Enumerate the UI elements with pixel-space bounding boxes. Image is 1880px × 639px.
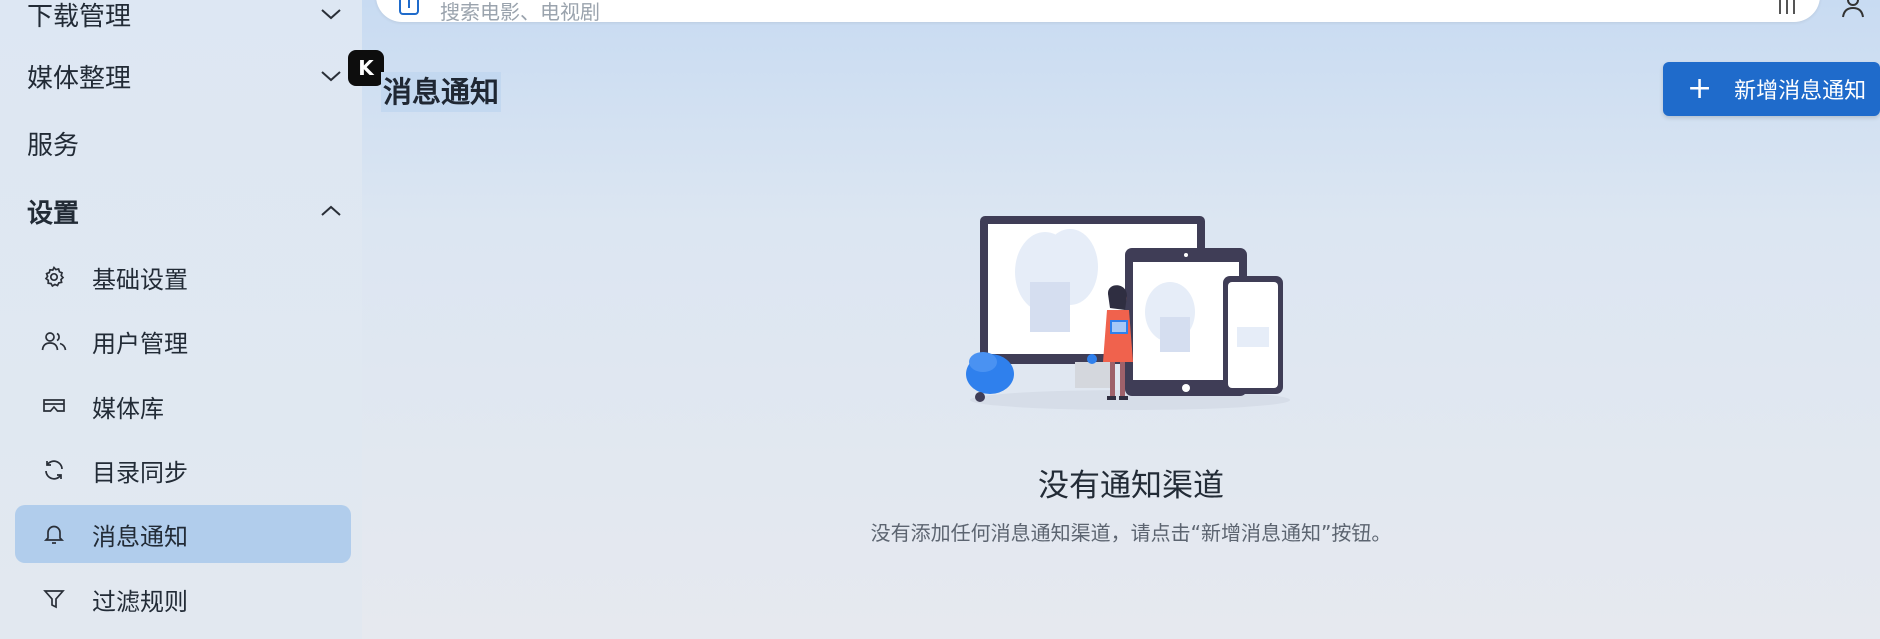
sidebar-item-media-organize[interactable]: 媒体整理: [0, 46, 362, 106]
chevron-up-icon: [316, 196, 346, 226]
filter-icon: [40, 585, 68, 613]
empty-state-title: 没有通知渠道: [1038, 468, 1224, 504]
sidebar-item-label: 用户管理: [92, 329, 188, 358]
sidebar-item-services[interactable]: 服务: [0, 113, 362, 173]
app-badge-label: K: [358, 56, 374, 80]
sidebar-item-label: 下载管理: [27, 1, 132, 32]
chevron-down-icon: [316, 61, 346, 91]
sidebar-item-label: 基础设置: [92, 265, 188, 294]
search-bar[interactable]: 搜索电影、电视剧: [376, 0, 1820, 25]
sidebar-item-label: 服务: [27, 130, 80, 161]
user-icon[interactable]: [1840, 0, 1866, 18]
sidebar-item-media-library[interactable]: 媒体库: [15, 377, 351, 435]
users-icon: [40, 327, 68, 355]
search-input[interactable]: 搜索电影、电视剧: [440, 0, 600, 25]
empty-state-illustration: [955, 212, 1305, 412]
sidebar-item-downloads[interactable]: 下载管理: [0, 0, 362, 44]
sidebar-item-settings[interactable]: 设置: [0, 181, 362, 241]
chevron-down-icon: [316, 0, 346, 29]
filter-options-icon[interactable]: [1776, 0, 1798, 16]
empty-state-description: 没有添加任何消息通知渠道，请点击“新增消息通知”按钮。: [870, 521, 1392, 545]
add-notification-button[interactable]: + 新增消息通知: [1663, 62, 1880, 116]
sidebar-item-filter-rules[interactable]: 过滤规则: [15, 570, 351, 628]
plus-icon: +: [1687, 71, 1713, 106]
vr-glasses-icon: [40, 392, 68, 420]
page-title: 消息通知: [381, 72, 502, 112]
sidebar-item-label: 媒体整理: [27, 63, 132, 94]
app-badge[interactable]: K: [348, 50, 384, 86]
add-notification-label: 新增消息通知: [1734, 79, 1867, 104]
gear-icon: [40, 263, 68, 291]
sidebar-item-label: 设置: [27, 198, 80, 229]
sidebar-item-label: 媒体库: [92, 394, 164, 423]
sidebar-item-label: 过滤规则: [92, 587, 188, 616]
sidebar-item-user-management[interactable]: 用户管理: [15, 312, 351, 370]
search-icon: [398, 0, 420, 16]
sidebar-item-basic-settings[interactable]: 基础设置: [15, 248, 351, 306]
